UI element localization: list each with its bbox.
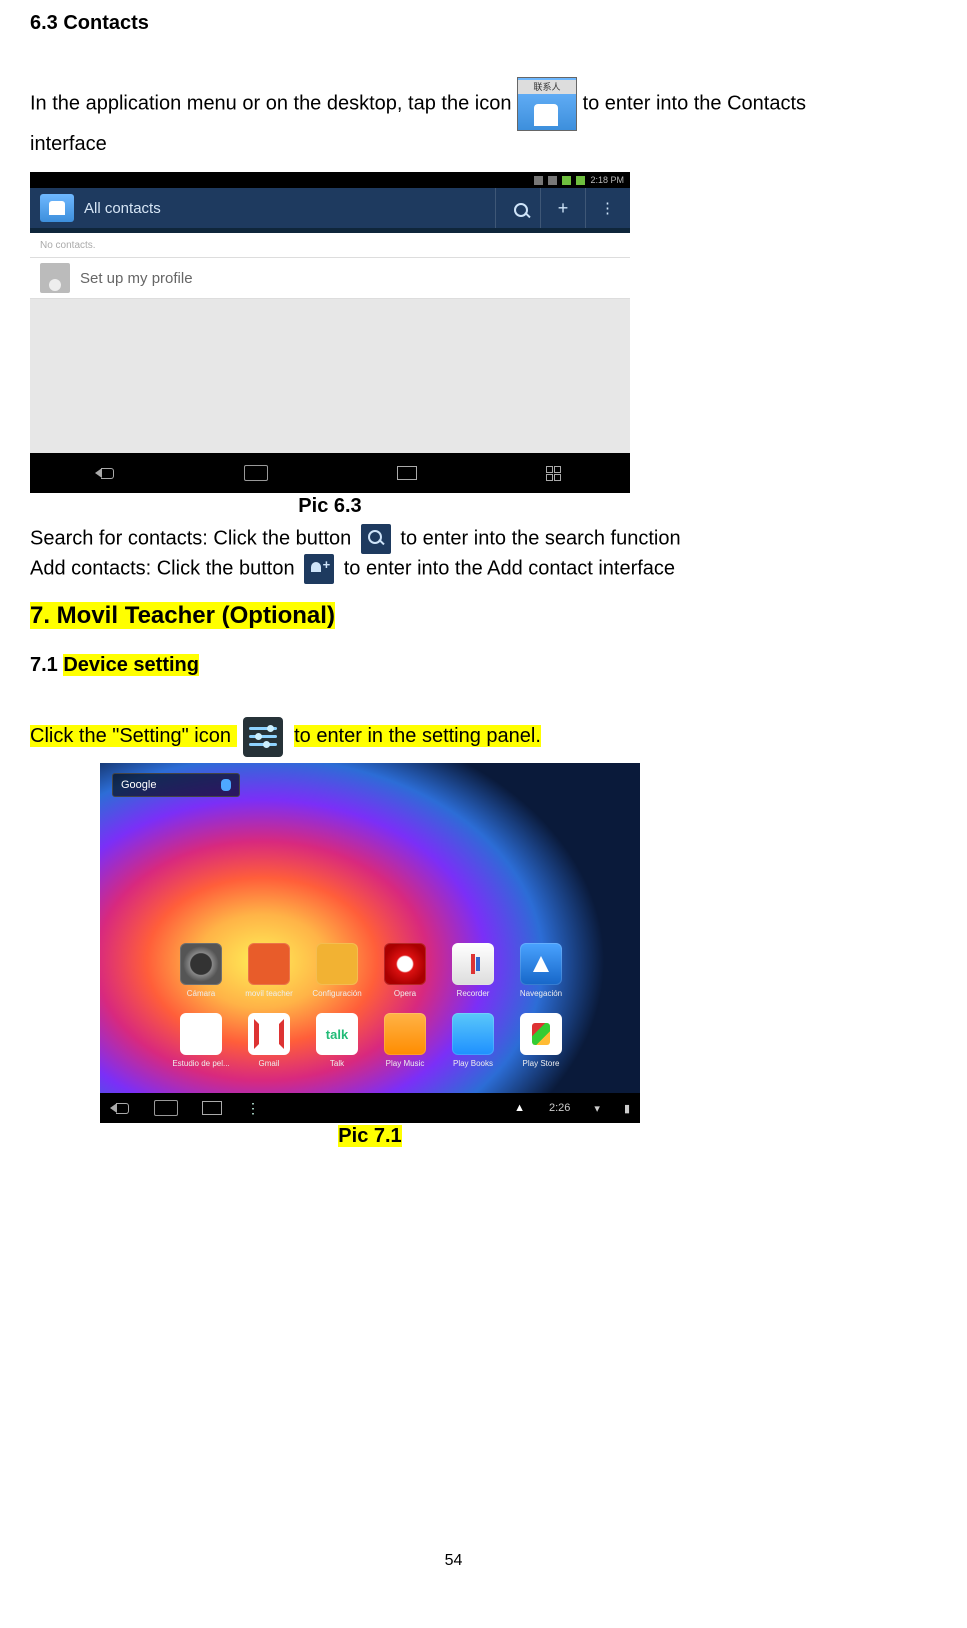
- status-time: 2:18 PM: [590, 175, 624, 185]
- app-label: Play Books: [442, 1059, 504, 1068]
- add-instruction: Add contacts: Click the button to enter …: [30, 554, 877, 584]
- search-icon: [361, 524, 391, 554]
- screenshot-homescreen: Google Cámara movil teacher Configuració…: [100, 763, 640, 1123]
- signal-icon: [562, 176, 571, 185]
- heading-7-1-text: Device setting: [63, 654, 199, 676]
- app-label: Recorder: [442, 989, 504, 998]
- sysbar-time: 2:26: [549, 1102, 570, 1114]
- nav-recent-icon[interactable]: [202, 1101, 222, 1115]
- heading-7-1-prefix: 7.1: [30, 654, 63, 676]
- setting-pre: Click the "Setting" icon: [30, 725, 237, 747]
- app-play-store[interactable]: Play Store: [520, 1013, 562, 1055]
- heading-6-3: 6.3 Contacts: [30, 10, 877, 37]
- add-contact-button[interactable]: +: [540, 188, 585, 228]
- wifi-icon: ▾: [594, 1102, 600, 1115]
- overflow-button[interactable]: ⋮: [585, 188, 630, 228]
- heading-7: 7. Movil Teacher (Optional): [30, 602, 877, 630]
- no-contacts-label: No contacts.: [30, 233, 630, 258]
- setup-profile-label: Set up my profile: [80, 270, 193, 287]
- app-settings[interactable]: Configuración: [316, 943, 358, 985]
- app-label: Gmail: [238, 1059, 300, 1068]
- add-contact-icon: +: [558, 198, 569, 219]
- actionbar-title: All contacts: [84, 200, 495, 217]
- search-pre: Search for contacts: Click the button: [30, 527, 357, 549]
- add-pre: Add contacts: Click the button: [30, 557, 295, 579]
- search-instruction: Search for contacts: Click the button to…: [30, 524, 877, 554]
- app-row-1: Cámara movil teacher Configuración Opera…: [180, 943, 562, 985]
- app-label: Opera: [374, 989, 436, 998]
- app-label: Navegación: [510, 989, 572, 998]
- search-icon: [507, 197, 529, 219]
- nav-recent-icon[interactable]: [397, 466, 417, 480]
- search-post: to enter into the search function: [400, 527, 680, 549]
- app-label: Configuración: [306, 989, 368, 998]
- app-label: Cámara: [170, 989, 232, 998]
- app-movil-teacher[interactable]: movil teacher: [248, 943, 290, 985]
- nav-menu-icon[interactable]: ⋮: [246, 1100, 260, 1117]
- search-button[interactable]: [495, 188, 540, 228]
- app-label: Talk: [306, 1059, 368, 1068]
- avatar-placeholder-icon: [40, 263, 70, 293]
- screenshot-contacts: 2:18 PM All contacts + ⋮ No contacts. Se…: [30, 172, 630, 493]
- battery-icon: ▮: [624, 1102, 630, 1115]
- heading-7-text: 7. Movil Teacher (Optional): [30, 602, 335, 629]
- intro-paragraph: In the application menu or on the deskto…: [30, 77, 877, 158]
- contacts-app-icon: [517, 77, 577, 131]
- status-bar: 2:18 PM: [30, 172, 630, 188]
- app-gmail[interactable]: Gmail: [248, 1013, 290, 1055]
- heading-7-1: 7.1 Device setting: [30, 654, 877, 677]
- overflow-icon: ⋮: [600, 199, 616, 217]
- app-play-books[interactable]: Play Books: [452, 1013, 494, 1055]
- app-recorder[interactable]: Recorder: [452, 943, 494, 985]
- app-opera[interactable]: Opera: [384, 943, 426, 985]
- page-number: 54: [30, 1552, 877, 1570]
- nav-back-icon[interactable]: [95, 466, 115, 480]
- app-row-2: Estudio de pel... Gmail talkTalk Play Mu…: [180, 1013, 562, 1055]
- action-bar: All contacts + ⋮: [30, 188, 630, 228]
- app-play-music[interactable]: Play Music: [384, 1013, 426, 1055]
- google-search-widget[interactable]: Google: [112, 773, 240, 797]
- setting-post: to enter in the setting panel.: [294, 725, 541, 747]
- app-movie-studio[interactable]: Estudio de pel...: [180, 1013, 222, 1055]
- app-talk[interactable]: talkTalk: [316, 1013, 358, 1055]
- nav-back-icon[interactable]: [110, 1101, 130, 1115]
- system-nav-bar: [30, 453, 630, 493]
- contacts-content: No contacts. Set up my profile: [30, 233, 630, 453]
- system-bar: ⋮ ▲ 2:26 ▾ ▮: [100, 1093, 640, 1123]
- nav-notification-icon: ▲: [514, 1102, 525, 1114]
- caption-7-1: Pic 7.1: [338, 1125, 401, 1147]
- setting-instruction: Click the "Setting" icon to enter in the…: [30, 717, 877, 757]
- google-label: Google: [121, 779, 156, 791]
- add-post: to enter into the Add contact interface: [344, 557, 675, 579]
- nav-screenshot-icon[interactable]: [546, 466, 566, 480]
- caption-6-3: Pic 6.3: [30, 495, 630, 518]
- app-camera[interactable]: Cámara: [180, 943, 222, 985]
- actionbar-app-icon: [40, 194, 74, 222]
- intro-pre: In the application menu or on the deskto…: [30, 92, 517, 114]
- app-label: Play Store: [510, 1059, 572, 1068]
- status-icon: [534, 176, 543, 185]
- add-contact-icon: [304, 554, 334, 584]
- nav-home-icon[interactable]: [154, 1100, 178, 1116]
- app-label: movil teacher: [238, 989, 300, 998]
- status-icon: [548, 176, 557, 185]
- app-navigation[interactable]: Navegación: [520, 943, 562, 985]
- nav-home-icon[interactable]: [244, 465, 268, 481]
- setup-profile-row[interactable]: Set up my profile: [30, 258, 630, 299]
- mic-icon: [221, 779, 231, 791]
- settings-icon: [243, 717, 283, 757]
- app-label: Estudio de pel...: [170, 1059, 232, 1068]
- battery-icon: [576, 176, 585, 185]
- app-label: Play Music: [374, 1059, 436, 1068]
